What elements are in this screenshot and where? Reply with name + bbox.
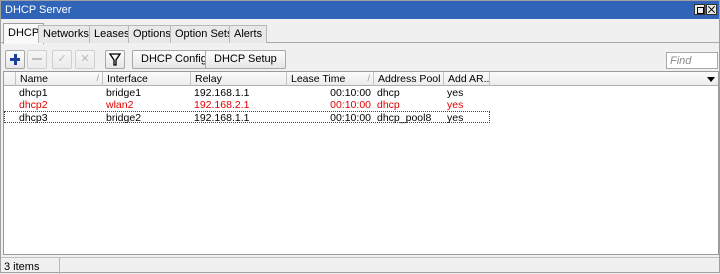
restore-icon[interactable] [694,4,705,15]
item-count: 3 items [4,261,40,273]
table-header: Name / Interface Relay Lease Time / Addr… [4,72,718,86]
status-bar: 3 items [1,257,719,274]
table-row-disabled[interactable]: dhcp2 wlan2 192.168.2.1 00:10:00 dhcp ye… [4,99,490,111]
cell-name: dhcp1 [19,87,48,99]
cell-add-arp: yes [447,99,464,111]
find-input[interactable]: Find [666,52,718,69]
cell-lease-time: 00:10:00 [330,87,371,99]
table-row-focused[interactable]: dhcp3 bridge2 192.168.1.1 00:10:00 dhcp_… [4,111,490,124]
cell-name: dhcp3 [19,112,48,124]
title-bar[interactable]: DHCP Server [1,1,719,19]
filter-button[interactable] [105,50,125,69]
cell-relay: 192.168.1.1 [194,87,250,99]
header-spacer [4,72,16,86]
cell-relay: 192.168.2.1 [194,99,250,111]
column-header-relay[interactable]: Relay [191,72,287,86]
sort-indicator-icon: / [367,73,370,83]
cell-address-pool: dhcp_pool8 [377,112,432,124]
column-header-lease-time[interactable]: Lease Time / [287,72,374,86]
disable-button[interactable]: ✕ [75,50,95,69]
close-icon[interactable] [706,4,717,15]
column-header-address-pool[interactable]: Address Pool [374,72,444,86]
filter-icon [108,53,122,66]
cell-interface: wlan2 [106,99,134,111]
tab-options[interactable]: Options [128,25,176,43]
cell-address-pool: dhcp [377,99,400,111]
tab-networks[interactable]: Networks [38,25,94,43]
remove-button[interactable] [27,50,47,69]
dhcp-config-button[interactable]: DHCP Config [132,50,216,69]
cell-address-pool: dhcp [377,87,400,99]
dhcp-setup-button[interactable]: DHCP Setup [205,50,286,69]
enable-button[interactable]: ✓ [52,50,72,69]
tab-bar: DHCP Networks Leases Options Option Sets… [1,23,719,44]
checkmark-icon: ✓ [57,53,67,65]
cell-relay: 192.168.1.1 [194,112,250,124]
x-mark-icon: ✕ [80,53,90,65]
status-divider [59,258,60,274]
cell-interface: bridge2 [106,112,142,124]
cell-lease-time: 00:10:00 [330,112,371,124]
column-header-interface[interactable]: Interface [103,72,191,86]
column-header-add-arp[interactable]: Add AR... [444,72,490,86]
tab-option-sets[interactable]: Option Sets [170,25,238,43]
cell-name: dhcp2 [19,99,48,111]
cell-interface: bridge1 [106,87,142,99]
tab-alerts[interactable]: Alerts [229,25,268,43]
column-header-name[interactable]: Name / [16,72,103,86]
cell-lease-time: 00:10:00 [330,99,371,111]
cell-add-arp: yes [447,112,464,124]
column-menu-dropdown-icon[interactable] [705,72,718,86]
dhcp-server-window: DHCP Server DHCP Networks Leases Options… [0,0,720,274]
window-title: DHCP Server [5,4,72,16]
table-row[interactable]: dhcp1 bridge1 192.168.1.1 00:10:00 dhcp … [4,87,490,99]
toolbar: ✓ ✕ DHCP Config DHCP Setup Find [1,45,719,73]
add-button[interactable] [5,50,25,69]
cell-add-arp: yes [447,87,464,99]
dhcp-server-table: Name / Interface Relay Lease Time / Addr… [3,71,719,255]
sort-indicator-icon: / [96,73,99,83]
